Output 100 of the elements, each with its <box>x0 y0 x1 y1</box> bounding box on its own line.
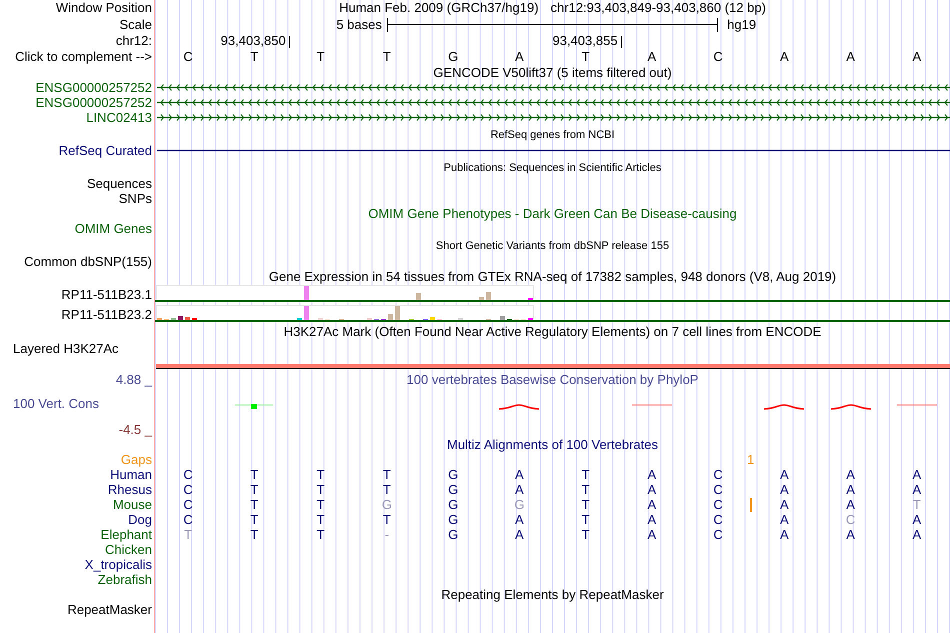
base-letter: T <box>250 467 258 482</box>
base-letter: A <box>515 527 524 542</box>
base-letter: T <box>250 512 258 527</box>
track-label[interactable]: Human <box>110 467 152 482</box>
track-title[interactable]: Multiz Alignments of 100 Vertebrates <box>446 437 658 452</box>
conservation-peak <box>499 404 540 410</box>
base-letter: T <box>382 512 391 527</box>
track-label[interactable]: SNPs <box>118 191 152 206</box>
track-label[interactable]: OMIM Genes <box>74 221 152 236</box>
conservation-marker <box>235 404 274 409</box>
base-letter: T <box>250 527 258 542</box>
base-letter: C <box>713 497 723 512</box>
base-letter: C <box>846 512 856 527</box>
expression-bar <box>430 317 435 320</box>
base-letter: A <box>780 527 789 542</box>
base-letter: G <box>514 497 524 512</box>
track-title[interactable]: RefSeq genes from NCBI <box>490 129 615 141</box>
base-letter: A <box>648 497 656 512</box>
track-label[interactable]: LINC02413 <box>86 110 152 125</box>
base-letter[interactable]: G <box>448 49 458 65</box>
base-letter: T <box>582 482 590 497</box>
base-letter: T <box>316 512 325 527</box>
base-letter: A <box>912 512 922 527</box>
expression-bar <box>388 314 393 320</box>
base-letter: T <box>582 527 590 542</box>
track-label[interactable]: ENSG00000257252 <box>36 95 152 110</box>
base-letter[interactable]: T <box>582 49 590 65</box>
base-letter: T <box>582 512 590 527</box>
base-letter: G <box>448 527 458 542</box>
expression-bar <box>178 316 183 320</box>
track-label[interactable]: Zebrafish <box>98 572 152 587</box>
track-title[interactable]: 100 vertebrates Basewise Conservation by PhyloP <box>406 372 698 387</box>
base-letter[interactable]: A <box>846 49 855 65</box>
track-label[interactable]: Layered H3K27Ac <box>13 341 119 356</box>
track-title[interactable]: Gene Expression in 54 tissues from GTEx RNA-seq of 17382 samples, 948 donors (V8, Aug 2019) <box>268 269 836 284</box>
base-letter: C <box>713 482 723 497</box>
base-letter: A <box>912 467 922 482</box>
conservation-peak <box>830 404 871 410</box>
track-label[interactable]: ENSG00000257252 <box>36 80 152 95</box>
track-label[interactable]: Rhesus <box>108 482 152 497</box>
base-letter: T <box>316 527 325 542</box>
base-letter: A <box>515 512 524 527</box>
expression-bar <box>395 306 400 320</box>
base-letter[interactable]: C <box>183 49 193 65</box>
track-label[interactable]: Dog <box>128 512 152 527</box>
track-title[interactable]: Repeating Elements by RepeatMasker <box>441 587 664 602</box>
axis-max-label: 4.88 _ <box>116 372 152 387</box>
base-letter: A <box>648 527 656 542</box>
base-letter[interactable]: T <box>382 49 391 65</box>
base-letter: A <box>846 527 855 542</box>
track-title[interactable]: GENCODE V50lift37 (5 items filtered out) <box>433 65 672 80</box>
base-letter[interactable]: A <box>648 49 656 65</box>
coordinate-label: 93,403,855 <box>552 33 618 49</box>
base-letter: G <box>448 482 458 497</box>
base-letter: A <box>846 467 855 482</box>
track-label[interactable]: Common dbSNP(155) <box>24 254 152 269</box>
track-label[interactable]: Sequences <box>86 176 152 191</box>
row-label: Click to complement --> <box>15 49 152 64</box>
base-letter: G <box>448 467 458 482</box>
track-label[interactable]: Chicken <box>105 542 152 557</box>
track-title[interactable]: OMIM Gene Phenotypes - Dark Green Can Be Disease-causing <box>368 206 737 221</box>
track-label[interactable]: X_tropicalis <box>84 557 152 572</box>
base-letter[interactable]: T <box>316 49 325 65</box>
base-letter: G <box>382 497 392 512</box>
base-letter: T <box>382 482 391 497</box>
base-letter: A <box>515 482 524 497</box>
track-title[interactable]: Publications: Sequences in Scientific Articles <box>444 162 662 174</box>
track-label[interactable]: RepeatMasker <box>67 602 152 617</box>
track-label[interactable]: RefSeq Curated <box>58 143 152 158</box>
base-letter[interactable]: A <box>780 49 789 65</box>
track-title[interactable]: Short Genetic Variants from dbSNP release 155 <box>436 240 670 252</box>
base-letter[interactable]: A <box>515 49 524 65</box>
scale-label: 5 bases <box>336 17 382 32</box>
base-letter[interactable]: C <box>713 49 723 65</box>
base-letter[interactable]: T <box>250 49 258 65</box>
base-letter: - <box>384 527 390 542</box>
track-title[interactable]: H3K27Ac Mark (Often Found Near Active Regulatory Elements) on 7 cell lines from ENCODE <box>284 324 822 339</box>
conservation-line <box>632 404 672 406</box>
base-letter: T <box>250 497 258 512</box>
base-letter: G <box>448 512 458 527</box>
expression-bar <box>416 293 421 300</box>
assembly-label: hg19 <box>727 17 756 32</box>
base-letter: T <box>582 467 590 482</box>
track-label[interactable]: Elephant <box>100 527 152 542</box>
base-letter: A <box>912 482 922 497</box>
expression-bar <box>185 317 190 320</box>
base-letter: T <box>184 527 192 542</box>
base-letter: A <box>648 512 656 527</box>
position-text: chr12:93,403,849-93,403,860 (12 bp) <box>550 0 766 16</box>
insertion-marker <box>750 498 752 512</box>
track-label[interactable]: RP11-511B23.1 <box>61 287 152 302</box>
ruler-tick <box>288 36 290 48</box>
base-letter: C <box>183 497 193 512</box>
base-letter[interactable]: A <box>912 49 922 65</box>
chromosome-label: chr12: <box>116 33 152 48</box>
track-label[interactable]: Mouse <box>112 497 152 512</box>
track-label[interactable]: RP11-511B23.2 <box>61 307 152 322</box>
base-letter: A <box>846 497 855 512</box>
track-label[interactable]: 100 Vert. Cons <box>13 396 99 411</box>
conservation-line <box>896 404 937 406</box>
